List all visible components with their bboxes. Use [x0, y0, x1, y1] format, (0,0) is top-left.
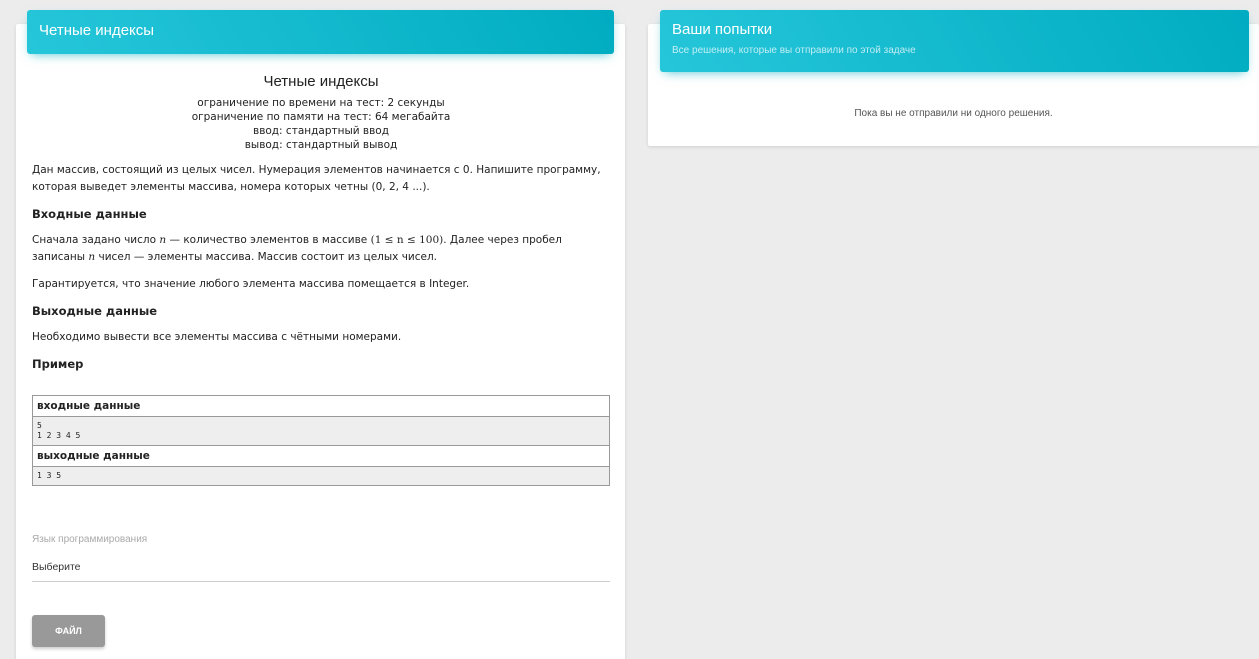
time-limit: ограничение по времени на тест: 2 секунд…	[197, 97, 445, 109]
attempts-header-title: Ваши попытки	[672, 21, 773, 38]
attempts-header-subtitle: Все решения, которые вы отправили по это…	[672, 45, 916, 56]
input-source: ввод: стандартный ввод	[253, 125, 389, 137]
sample-input-label: входные данные	[33, 396, 609, 417]
problem-legend: Дан массив, состоящий из целых чисел. Ну…	[32, 164, 601, 193]
memory-limit: ограничение по памяти на тест: 64 мегаба…	[191, 111, 451, 123]
file-upload-button[interactable]: ФАЙЛ	[32, 615, 105, 647]
math-var: n	[88, 251, 96, 263]
sample-test: входные данные 5 1 2 3 4 5 выходные данн…	[32, 395, 610, 486]
input-spec-text: Сначала задано число	[32, 234, 157, 246]
no-attempts-message: Пока вы не отправили ни одного решения.	[854, 108, 1053, 119]
language-label: Язык программирования	[32, 534, 148, 545]
problem-title: Четные индексы	[263, 73, 379, 90]
language-select[interactable]: Выберите	[32, 556, 610, 582]
problem-header-title: Четные индексы	[39, 22, 155, 39]
math-constraint: (1 ≤ n ≤ 100)	[370, 234, 444, 246]
output-source: вывод: стандартный вывод	[244, 139, 398, 151]
problem-statement: Четные индексы ограничение по времени на…	[32, 72, 610, 372]
input-specification: Сначала задано число n — количество элем…	[32, 232, 610, 266]
problem-header: Четные индексы	[27, 10, 614, 54]
sample-input[interactable]: 5 1 2 3 4 5	[33, 417, 609, 446]
output-specification: Необходимо вывести все элементы массива …	[32, 331, 402, 343]
sample-output-label: выходные данные	[33, 446, 609, 467]
math-var: n	[159, 234, 167, 246]
attempts-header: Ваши попытки Все решения, которые вы отп…	[660, 10, 1249, 72]
input-spec-text: чисел — элементы массива. Массив состоит…	[98, 251, 438, 263]
example-heading: Пример	[32, 357, 84, 371]
guarantee-text: Гарантируется, что значение любого элеме…	[32, 278, 470, 290]
input-heading: Входные данные	[32, 207, 147, 221]
output-heading: Выходные данные	[32, 304, 158, 318]
input-spec-text: — количество элементов в массиве	[169, 234, 368, 246]
sample-output[interactable]: 1 3 5	[33, 467, 609, 485]
